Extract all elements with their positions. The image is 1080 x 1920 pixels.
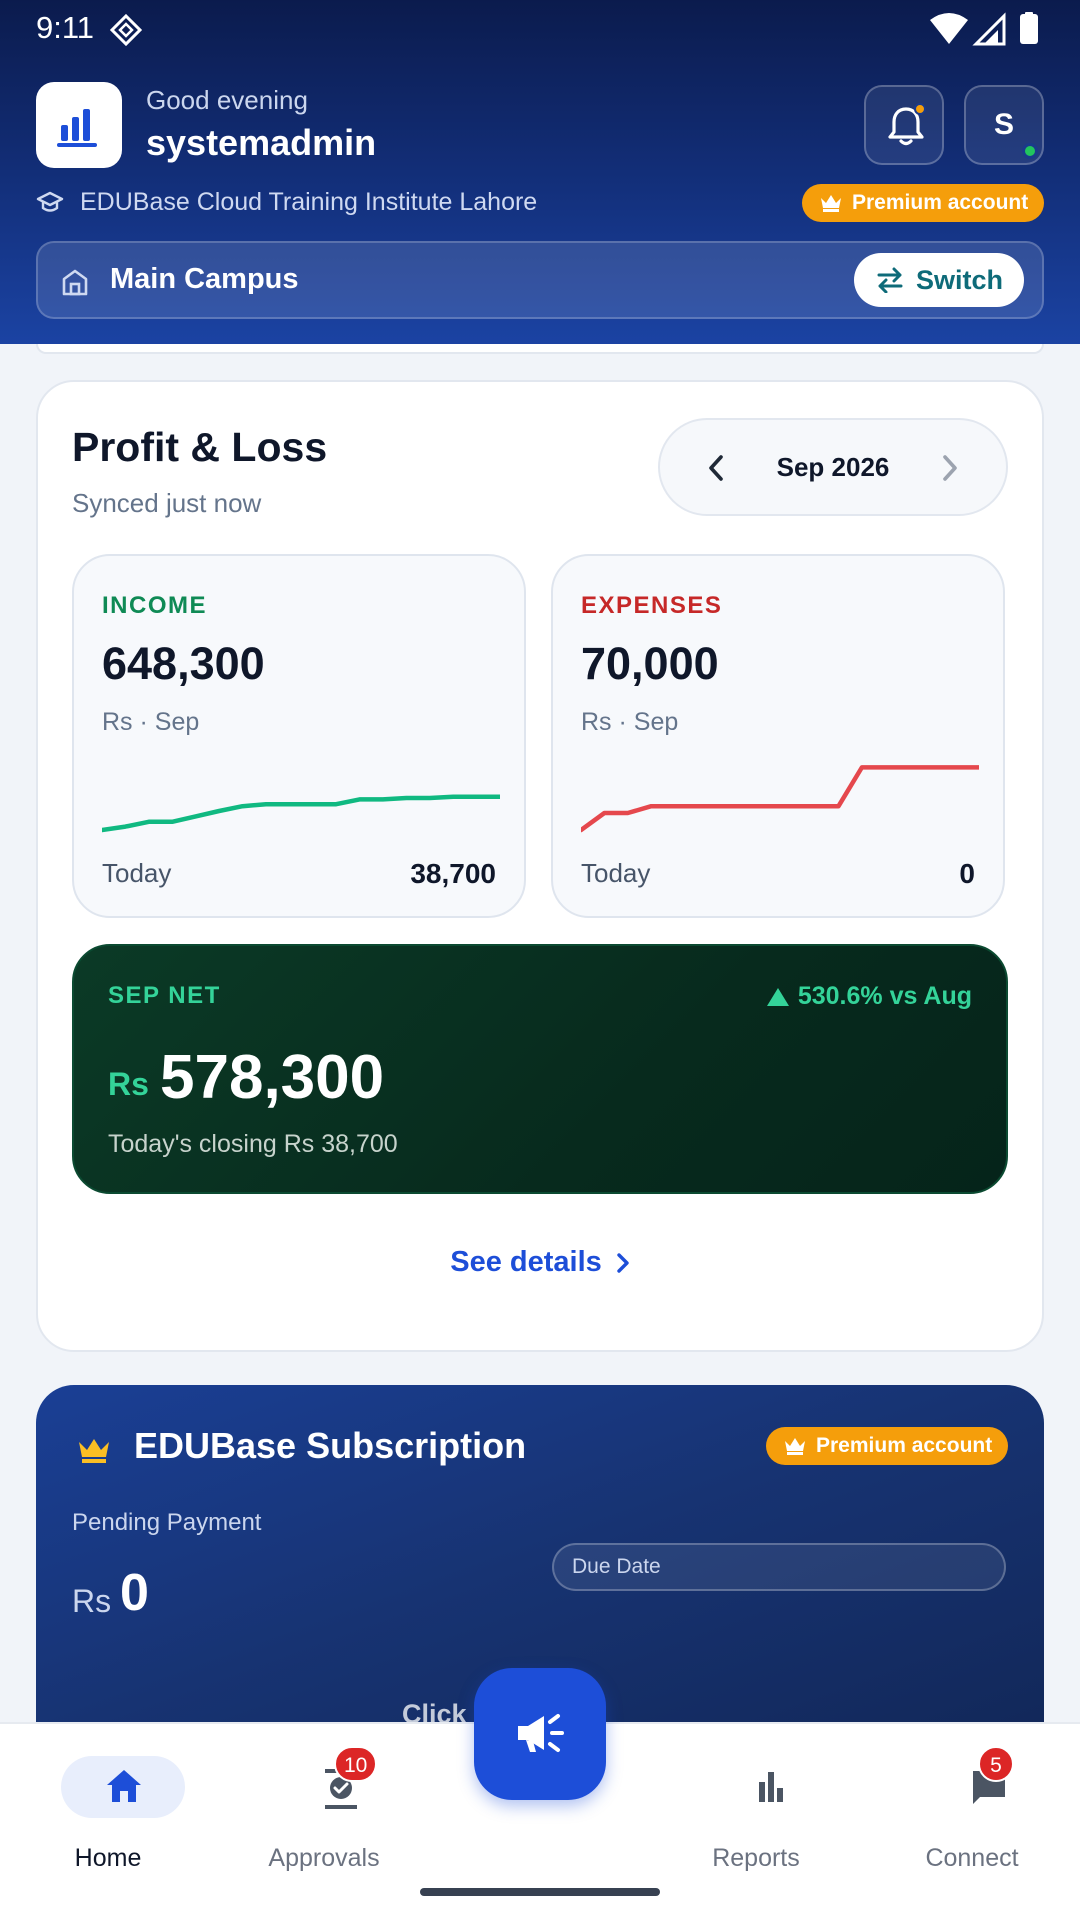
premium-label: Premium account [816, 1434, 993, 1457]
avatar-initial: S [993, 108, 1014, 141]
premium-account-badge: Premium account [766, 1427, 1009, 1465]
expenses-unit: Rs · Sep [581, 708, 679, 736]
income-label: INCOME [102, 592, 207, 619]
institute-logo [36, 82, 122, 168]
previous-card-edge [36, 344, 1044, 354]
nav-label: Home [74, 1844, 142, 1872]
crown-icon [79, 1439, 109, 1463]
app-notification-icon [110, 14, 142, 46]
expenses-today-label: Today [581, 858, 651, 888]
pending-currency: Rs [72, 1583, 112, 1619]
user-avatar-button[interactable]: S [964, 85, 1044, 165]
system-status-icons [930, 12, 1038, 46]
notification-dot [914, 103, 926, 115]
income-unit: Rs · Sep [102, 708, 200, 736]
chevron-right-icon [617, 1253, 629, 1274]
announcement-fab[interactable] [474, 1668, 606, 1800]
institute-name: EDUBase Cloud Training Institute Lahore [80, 188, 538, 216]
online-status-dot [1022, 143, 1038, 159]
net-value: 578,300 [160, 1043, 385, 1112]
switch-label: Switch [916, 265, 1004, 295]
username: systemadmin [146, 122, 377, 163]
campus-name: Main Campus [110, 263, 299, 295]
income-sparkline [102, 794, 500, 833]
nav-label: Reports [712, 1844, 800, 1872]
income-amount: 648,300 [102, 638, 265, 689]
see-details-label: See details [450, 1246, 602, 1278]
bar-chart-icon [759, 1772, 783, 1802]
graduation-cap-icon [36, 191, 64, 212]
income-today-label: Today [102, 858, 172, 888]
bar-chart-logo-icon [57, 109, 97, 147]
net-summary-card: SEP NET 530.6% vs Aug Rs 578,300 Today's… [72, 944, 1008, 1194]
crown-icon [785, 1438, 805, 1455]
card-title: Profit & Loss [72, 424, 328, 470]
app-header: 9:11 Good evening systemadmin S EDUBase … [0, 0, 1080, 344]
institute-row: EDUBase Cloud Training Institute Lahore [36, 188, 537, 217]
nav-label: Approvals [268, 1844, 380, 1872]
income-trend-line [102, 794, 500, 833]
approvals-badge: 10 [334, 1746, 378, 1782]
nav-label: Connect [925, 1844, 1019, 1872]
premium-label: Premium account [852, 191, 1029, 214]
sync-status: Synced just now [72, 488, 262, 518]
todays-closing: Today's closing Rs 38,700 [108, 1130, 398, 1158]
status-bar: 9:11 [36, 8, 1044, 48]
expenses-sparkline [581, 765, 979, 833]
notifications-button[interactable] [864, 85, 944, 165]
income-today-value: 38,700 [410, 858, 496, 889]
greeting-text: Good evening [146, 85, 308, 115]
swap-icon [877, 267, 903, 293]
due-date-field: Due Date [552, 1543, 1006, 1591]
chevron-right-icon[interactable] [940, 454, 960, 482]
see-details-link[interactable]: See details [38, 1246, 1042, 1279]
pending-payment-label: Pending Payment [72, 1509, 262, 1536]
expenses-label: EXPENSES [581, 592, 723, 619]
megaphone-icon [518, 1714, 564, 1752]
home-icon [107, 1770, 141, 1802]
expenses-today-value: 0 [959, 858, 975, 889]
pending-amount: 0 [120, 1564, 149, 1622]
status-time: 9:11 [36, 10, 95, 45]
net-change-text: 530.6% vs Aug [797, 982, 972, 1010]
expenses-trend-line [581, 765, 979, 833]
crown-icon [821, 195, 841, 212]
switch-campus-button[interactable]: Switch [854, 253, 1024, 307]
campus-selector: Main Campus Switch [36, 241, 1044, 319]
home-indicator [420, 1888, 660, 1896]
building-icon [62, 269, 88, 296]
premium-account-badge: Premium account [802, 184, 1045, 222]
profit-loss-card: Profit & Loss Synced just now Sep 2026 I… [36, 380, 1044, 1352]
triangle-up-icon [766, 987, 789, 1006]
net-currency: Rs [108, 1066, 149, 1102]
subscription-title: EDUBase Subscription [134, 1425, 527, 1466]
expenses-amount: 70,000 [581, 638, 719, 689]
expenses-card[interactable]: EXPENSES 70,000 Rs · Sep Today 0 [551, 554, 1005, 918]
month-selector: Sep 2026 [658, 418, 1008, 516]
net-label: SEP NET [108, 982, 221, 1009]
connect-badge: 5 [978, 1746, 1014, 1782]
net-change: 530.6% vs Aug [766, 982, 972, 1011]
income-card[interactable]: INCOME 648,300 Rs · Sep Today 38,700 [72, 554, 526, 918]
